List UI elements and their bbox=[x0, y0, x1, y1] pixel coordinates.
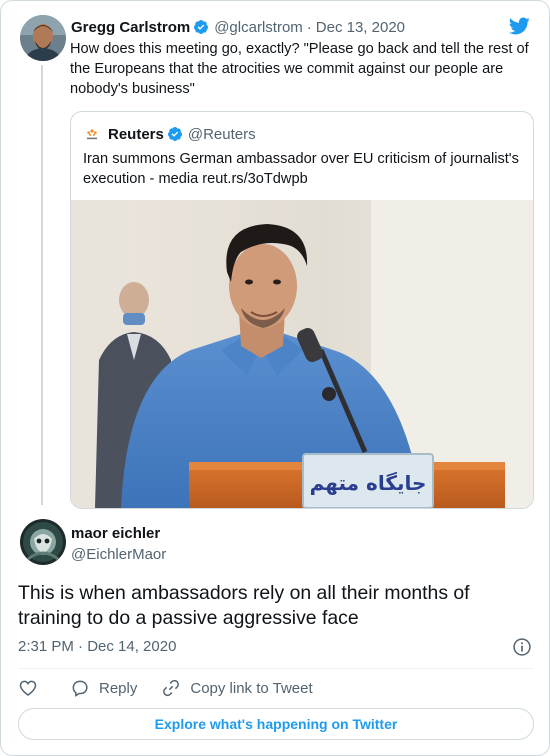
main-tweet-text: This is when ambassadors rely on all the… bbox=[18, 582, 470, 629]
quoted-author-handle[interactable]: @Reuters bbox=[188, 126, 256, 143]
parent-author-avatar[interactable] bbox=[20, 15, 66, 61]
courtroom-photo[interactable]: جایگاه متهم bbox=[71, 200, 533, 508]
main-author-avatar[interactable] bbox=[20, 519, 66, 565]
quoted-tweet-text: Iran summons German ambassador over EU c… bbox=[83, 151, 519, 187]
placard-text: جایگاه متهم bbox=[310, 471, 427, 495]
link-icon bbox=[163, 679, 180, 697]
parent-tweet-date[interactable]: Dec 13, 2020 bbox=[316, 19, 405, 36]
heart-icon bbox=[19, 680, 37, 697]
profile-photo-man bbox=[20, 15, 66, 61]
copy-link-button[interactable]: Copy link to Tweet bbox=[161, 678, 313, 698]
embedded-tweet-card: Gregg Carlstrom @glcarlstrom · Dec 13, 2… bbox=[0, 0, 550, 756]
reply-button[interactable]: Reply bbox=[70, 678, 137, 698]
parent-tweet-header: Gregg Carlstrom @glcarlstrom · Dec 13, 2… bbox=[71, 17, 405, 37]
quoted-author-name[interactable]: Reuters bbox=[108, 126, 164, 143]
quoted-tweet[interactable]: Reuters @Reuters Iran summons German amb… bbox=[70, 111, 534, 509]
reuters-logo-icon bbox=[83, 125, 101, 143]
info-circle-icon[interactable] bbox=[512, 637, 532, 657]
parent-author-name[interactable]: Gregg Carlstrom bbox=[71, 19, 190, 36]
main-author-handle[interactable]: @EichlerMaor bbox=[71, 546, 166, 563]
explore-twitter-button[interactable]: Explore what's happening on Twitter bbox=[18, 708, 534, 740]
tweet-actions: Reply Copy link to Tweet bbox=[18, 677, 337, 699]
quoted-tweet-header: Reuters @Reuters bbox=[83, 125, 256, 143]
copy-link-label[interactable]: Copy link to Tweet bbox=[190, 680, 312, 697]
like-button[interactable] bbox=[18, 678, 38, 698]
main-author-name[interactable]: maor eichler bbox=[71, 525, 160, 542]
reply-label[interactable]: Reply bbox=[99, 680, 137, 697]
verified-badge-icon bbox=[167, 127, 182, 141]
parent-tweet-text: How does this meeting go, exactly? "Plea… bbox=[70, 41, 529, 97]
speech-bubble-icon bbox=[72, 680, 88, 697]
twitter-bird-icon[interactable] bbox=[507, 15, 531, 37]
thread-connector-line bbox=[41, 65, 43, 505]
verified-badge-icon bbox=[194, 20, 209, 34]
divider bbox=[18, 668, 534, 669]
parent-author-handle[interactable]: @glcarlstrom bbox=[214, 19, 303, 36]
separator-dot: · bbox=[306, 18, 312, 36]
profile-photo-dark bbox=[20, 519, 66, 565]
tweet-timestamp[interactable]: 2:31 PM · Dec 14, 2020 bbox=[18, 638, 176, 655]
parent-tweet[interactable]: Gregg Carlstrom @glcarlstrom · Dec 13, 2… bbox=[1, 1, 549, 509]
